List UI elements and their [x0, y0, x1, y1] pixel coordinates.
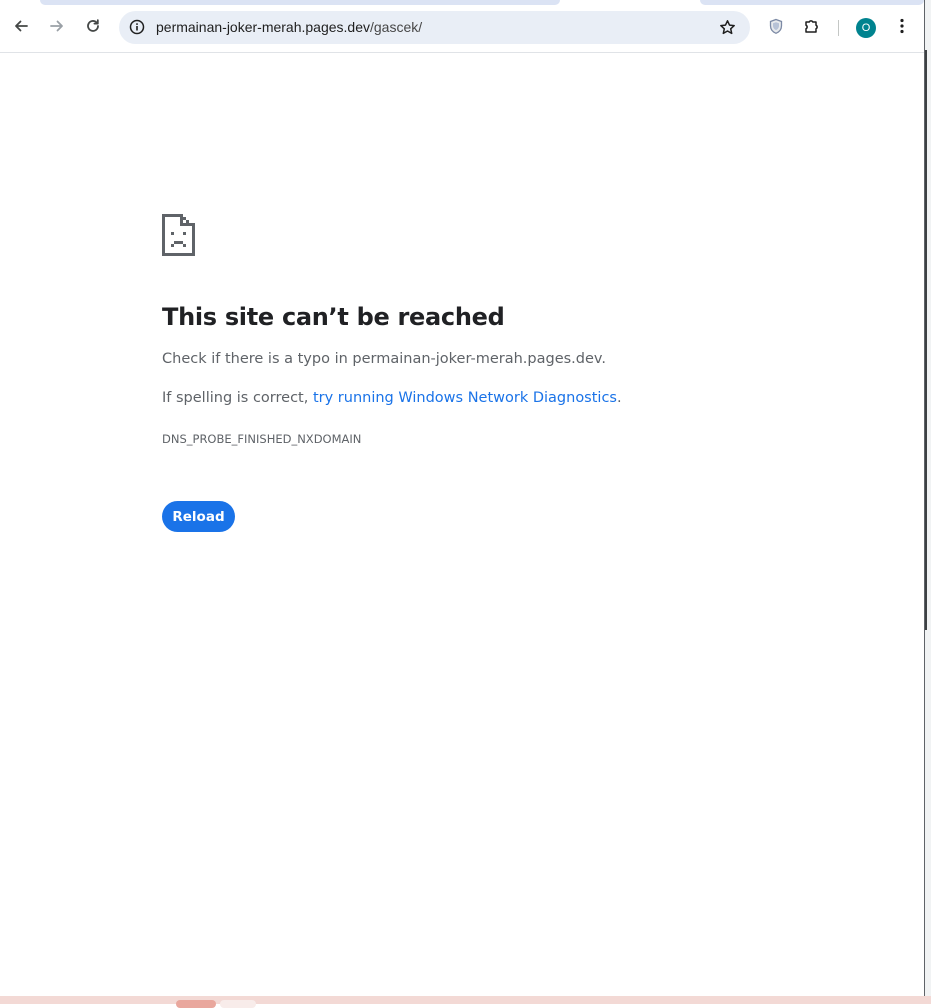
back-button[interactable]: [7, 12, 35, 40]
typo-hint-prefix: Check if there is a typo in: [162, 351, 353, 367]
puzzle-icon: [805, 20, 818, 33]
reload-button[interactable]: Reload: [162, 501, 235, 532]
site-info-button[interactable]: [128, 18, 146, 36]
profile-avatar[interactable]: O: [856, 18, 876, 38]
typo-hint-suffix: .: [601, 351, 606, 367]
browser-toolbar: permainan-joker-merah.pages.dev/gascek/ …: [0, 0, 924, 53]
forward-button[interactable]: [43, 12, 71, 40]
diagnostics-hint: If spelling is correct, try running Wind…: [162, 390, 622, 406]
reload-toolbar-button[interactable]: [79, 12, 107, 40]
toolbar-separator: [838, 20, 839, 36]
diagnostics-hint-suffix: .: [616, 390, 622, 406]
taskbar-item: [176, 1000, 216, 1008]
tab-strip-edge: [700, 0, 924, 5]
url-text[interactable]: permainan-joker-merah.pages.dev/gascek/: [156, 19, 422, 35]
taskbar-edge: [0, 996, 931, 1008]
url-host: permainan-joker-merah.pages.dev: [156, 19, 370, 35]
typo-hint: Check if there is a typo in permainan-jo…: [162, 351, 606, 367]
shield-extension-button[interactable]: [762, 12, 790, 40]
error-code: DNS_PROBE_FINISHED_NXDOMAIN: [162, 432, 362, 446]
arrow-left-icon: [15, 20, 28, 32]
window-edge: [925, 0, 931, 1004]
kebab-menu-icon: [900, 18, 904, 34]
window-edge-shadow: [925, 50, 927, 630]
error-title: This site can’t be reached: [162, 303, 505, 331]
arrow-right-icon: [50, 20, 63, 32]
info-icon: [129, 19, 145, 35]
url-path: /gascek/: [370, 19, 423, 35]
shield-icon: [769, 18, 783, 34]
reload-icon: [87, 19, 99, 32]
browser-window: permainan-joker-merah.pages.dev/gascek/ …: [0, 0, 925, 996]
sad-page-icon: [162, 214, 195, 256]
network-diagnostics-link[interactable]: try running Windows Network Diagnostics: [313, 390, 617, 406]
browser-menu-button[interactable]: [888, 12, 916, 40]
address-bar[interactable]: permainan-joker-merah.pages.dev/gascek/: [119, 11, 750, 44]
extensions-button[interactable]: [798, 12, 826, 40]
tab-strip-edge: [40, 0, 560, 5]
taskbar-item: [220, 1000, 256, 1008]
star-icon: [719, 19, 735, 34]
bookmark-button[interactable]: [718, 18, 736, 36]
typo-hint-host: permainan-joker-merah.pages.dev: [352, 351, 602, 367]
diagnostics-hint-prefix: If spelling is correct,: [162, 390, 313, 406]
